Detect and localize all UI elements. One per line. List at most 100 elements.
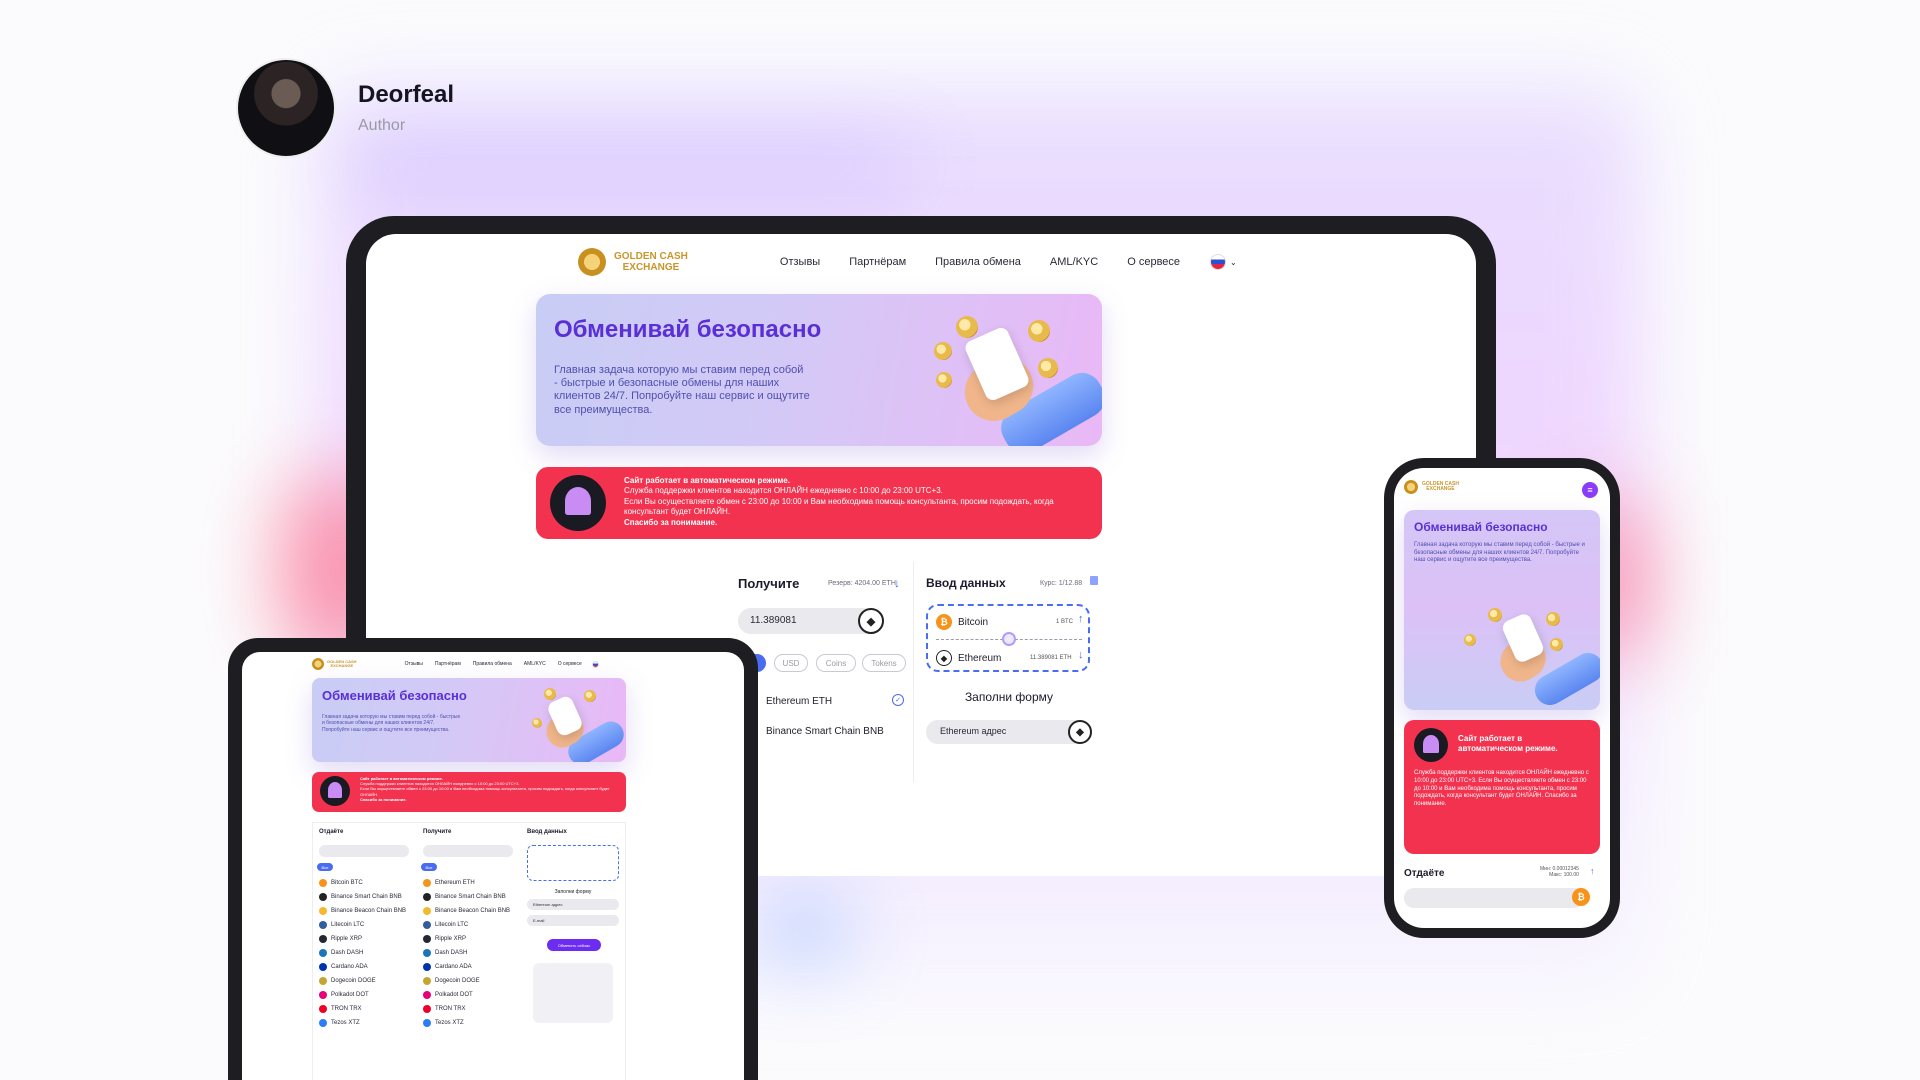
language-select[interactable]: ⌄ xyxy=(1210,254,1237,270)
coin-option[interactable]: TRON TRX xyxy=(319,1005,362,1013)
nav-reviews[interactable]: Отзывы xyxy=(405,661,423,667)
coin-icon xyxy=(319,963,327,971)
filter-all[interactable]: Все xyxy=(317,863,333,871)
nav-about[interactable]: О сервесе xyxy=(558,661,582,667)
logo-icon xyxy=(578,248,606,276)
avatar[interactable] xyxy=(236,58,336,158)
submit-button[interactable]: Обменять сейчас xyxy=(547,939,601,951)
bell-icon xyxy=(550,475,606,531)
coin-icon xyxy=(319,949,327,957)
status-alert: Сайт работает в автоматическом режиме. С… xyxy=(1404,720,1600,854)
hero-title: Обменивай безопасно xyxy=(322,688,467,703)
coin-option[interactable]: Tezos XTZ xyxy=(423,1019,464,1027)
coin-option[interactable]: Ethereum ETH xyxy=(423,879,475,887)
coin-option[interactable]: Tezos XTZ xyxy=(319,1019,360,1027)
coin-label: Binance Smart Chain BNB xyxy=(435,894,506,900)
filter-usd[interactable]: USD xyxy=(774,654,808,672)
coin-label: Bitcoin BTC xyxy=(331,880,363,886)
coin-icon xyxy=(319,921,327,929)
coin-option[interactable]: Binance Beacon Chain BNB xyxy=(423,907,510,915)
coin-label: Binance Smart Chain BNB xyxy=(766,725,884,737)
ethereum-icon: ◆ xyxy=(858,608,884,634)
nav-about[interactable]: О сервесе xyxy=(1127,256,1180,268)
coin-icon xyxy=(423,935,431,943)
coin-option[interactable]: Litecoin LTC xyxy=(423,921,468,929)
coin-option[interactable]: Cardano ADA xyxy=(423,963,472,971)
coin-option[interactable]: Dogecoin DOGE xyxy=(319,977,376,985)
coin-icon xyxy=(319,893,327,901)
menu-icon[interactable]: ≡ xyxy=(1582,482,1598,498)
logo[interactable]: GOLDEN CASH EXCHANGE xyxy=(312,658,357,670)
receive-title: Получите xyxy=(738,576,800,591)
data-entry-title: Ввод данных xyxy=(926,576,1006,590)
filter-coins[interactable]: Coins xyxy=(816,654,856,672)
form-title: Заполни форму xyxy=(554,889,592,895)
logo[interactable]: GOLDEN CASH EXCHANGE xyxy=(1404,480,1459,494)
coin-option[interactable]: Dash DASH xyxy=(423,949,467,957)
tablet-exchange: Отдаёте Получите Ввод данных Все Все Bit… xyxy=(312,822,626,1080)
coin-label: TRON TRX xyxy=(435,1006,466,1012)
coin-label: Binance Beacon Chain BNB xyxy=(331,908,407,914)
nav-partners[interactable]: Партнёрам xyxy=(849,256,906,268)
filter-tokens[interactable]: Tokens xyxy=(862,654,906,672)
flag-ru-icon xyxy=(1210,254,1227,270)
coin-option[interactable]: Binance Smart Chain BNB xyxy=(423,893,506,901)
nav-reviews[interactable]: Отзывы xyxy=(780,256,820,268)
coin-option[interactable]: Binance Smart Chain BNB xyxy=(319,893,402,901)
hero-banner: Обменивай безопасно Главная задача котор… xyxy=(536,294,1102,446)
nav-aml[interactable]: AML/KYC xyxy=(524,661,546,667)
address-input[interactable]: Ethereum адрес xyxy=(527,899,619,910)
give-amount-input[interactable] xyxy=(319,845,409,857)
bitcoin-icon: ₿ xyxy=(1572,888,1590,906)
data-entry-panel: Ввод данных Курс: 1/12.88 ₿ Bitcoin 1 BT… xyxy=(914,562,1104,782)
swap-icon[interactable] xyxy=(1002,632,1016,646)
give-amount-input[interactable] xyxy=(1404,888,1584,908)
filter-all[interactable]: Все xyxy=(421,863,437,871)
nav-rules[interactable]: Правила обмена xyxy=(473,661,512,667)
coin-label: Ethereum ETH xyxy=(435,880,475,886)
coin-label: Ripple XRP xyxy=(435,936,467,942)
coin-option[interactable]: Dash DASH xyxy=(319,949,363,957)
coin-label: Tezos XTZ xyxy=(331,1020,360,1026)
pair-from-amount: 1 BTC xyxy=(1056,619,1074,625)
coin-option[interactable]: TRON TRX xyxy=(423,1005,466,1013)
coin-label: Litecoin LTC xyxy=(331,922,365,928)
hero-title: Обменивай безопасно xyxy=(554,316,822,343)
receive-title: Получите xyxy=(423,829,452,835)
logo-line2: EXCHANGE xyxy=(330,663,354,668)
pair-to-name: Ethereum xyxy=(958,652,1002,664)
tablet-mockup: GOLDEN CASH EXCHANGE Отзывы Партнёрам Пр… xyxy=(228,638,758,1080)
email-input[interactable]: E-mail xyxy=(527,915,619,926)
author-role: Author xyxy=(358,117,406,134)
chart-icon[interactable] xyxy=(1090,576,1098,585)
coin-option[interactable]: Litecoin LTC xyxy=(319,921,364,929)
coin-option[interactable]: Polkadot DOT xyxy=(423,991,473,999)
logo-line1: GOLDEN CASH xyxy=(614,251,688,262)
arrow-up-icon: ↑ xyxy=(1590,866,1595,876)
author-name[interactable]: Deorfeal xyxy=(358,81,454,109)
coin-label: Cardano ADA xyxy=(331,964,368,970)
coin-option[interactable]: Ripple XRP xyxy=(423,935,466,943)
coin-option[interactable]: Binance Beacon Chain BNB xyxy=(319,907,406,915)
info-box xyxy=(533,963,613,1023)
nav-aml[interactable]: AML/KYC xyxy=(1050,256,1098,268)
alert-line1: Служба поддержки клиентов находится ОНЛА… xyxy=(624,486,943,496)
coin-option[interactable]: Polkadot DOT xyxy=(319,991,369,999)
logo[interactable]: GOLDEN CASH EXCHANGE xyxy=(578,248,688,276)
coin-option[interactable]: Dogecoin DOGE xyxy=(423,977,480,985)
ethereum-icon: ◆ xyxy=(936,650,952,666)
nav-partners[interactable]: Партнёрам xyxy=(435,661,461,667)
check-icon: ✓ xyxy=(892,694,904,706)
pair-to: ◆ Ethereum xyxy=(936,650,1001,666)
logo-icon xyxy=(1404,480,1418,494)
flag-ru-icon[interactable] xyxy=(591,660,599,668)
receive-amount-input[interactable]: 11.389081 xyxy=(738,608,878,634)
coin-option[interactable]: Ripple XRP xyxy=(319,935,362,943)
hero-text: Главная задача которую мы ставим перед с… xyxy=(554,364,810,416)
coin-option[interactable]: Bitcoin BTC xyxy=(319,879,363,887)
coin-option-bnb[interactable]: ◈ Binance Smart Chain BNB xyxy=(738,722,884,740)
receive-amount-input[interactable] xyxy=(423,845,513,857)
coin-option[interactable]: Cardano ADA xyxy=(319,963,368,971)
coin-icon xyxy=(423,1005,431,1013)
nav-rules[interactable]: Правила обмена xyxy=(935,256,1021,268)
